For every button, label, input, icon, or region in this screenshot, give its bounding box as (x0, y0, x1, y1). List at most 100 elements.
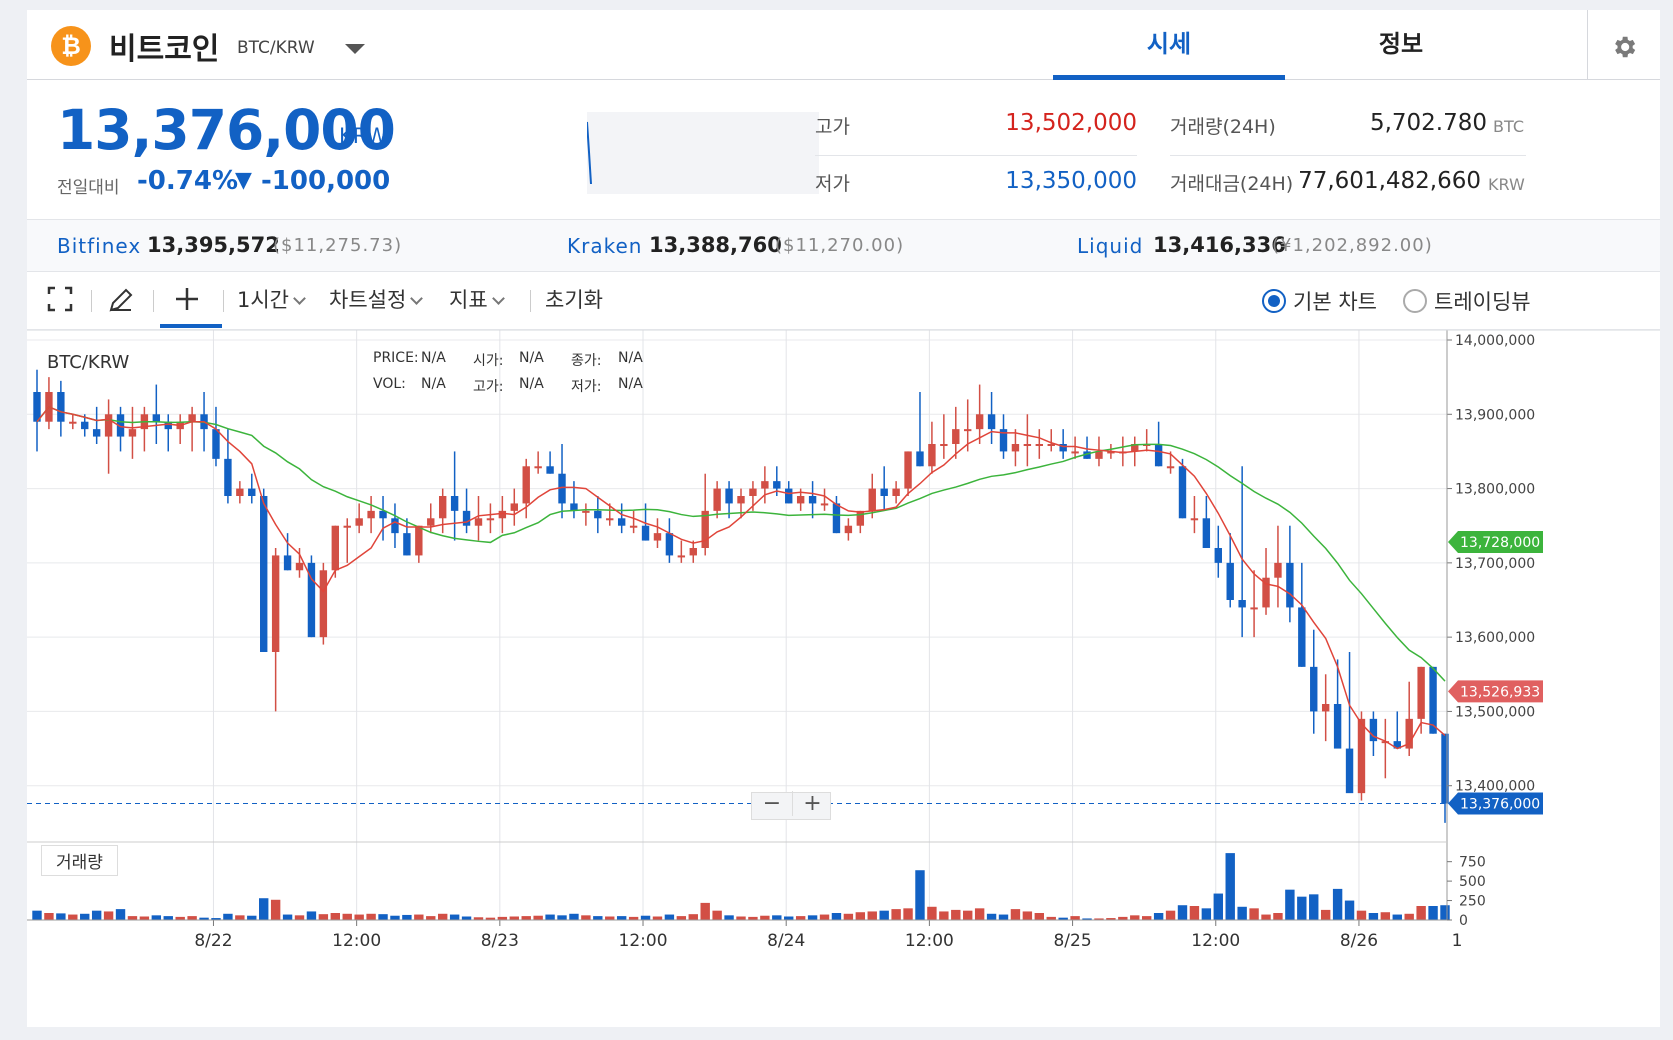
candle-body (928, 444, 936, 467)
legend-high-value: N/A (519, 376, 544, 392)
legend-price-value: N/A (421, 350, 446, 366)
volume-bar (294, 915, 305, 920)
candle-body (283, 555, 292, 571)
change-amount: -100,000 (261, 166, 391, 196)
volume-bar (366, 913, 376, 920)
divider (223, 290, 224, 312)
candle-body (904, 451, 912, 489)
volume-bar (795, 916, 806, 920)
tab-price[interactable]: 시세 (1053, 10, 1285, 80)
basic-chart-radio[interactable] (1262, 289, 1286, 313)
volume-pane-label: 거래량 (41, 845, 118, 876)
volume-bar (449, 914, 460, 920)
volume-bar (915, 870, 925, 920)
volume-bar (330, 913, 341, 920)
candle-body (1417, 666, 1425, 719)
volume-bar (533, 915, 543, 920)
candlestick-chart[interactable]: 14,000,000 13,900,000 13,800,000 13,700,000… (27, 329, 1660, 1027)
candle-body (916, 451, 924, 467)
candle-body (1178, 466, 1187, 519)
tab-info[interactable]: 정보 (1285, 10, 1517, 80)
candle-body (57, 392, 65, 422)
draw-button[interactable] (107, 286, 135, 319)
y-axis-label: 13,700,000 (1455, 556, 1535, 572)
volume-bar (640, 915, 651, 920)
candle-body (462, 510, 471, 526)
candle-body (606, 518, 614, 521)
reset-button[interactable]: 초기화 (545, 284, 603, 314)
zoom-in-button[interactable]: + (792, 791, 832, 816)
volume-bar (247, 915, 257, 920)
x-axis-label: 12:00 (905, 931, 954, 951)
candle-body (319, 570, 328, 638)
volume-bar (521, 916, 531, 920)
zoom-out-button[interactable]: − (752, 791, 792, 816)
candle-body (713, 488, 721, 511)
chart-settings-menu[interactable]: 차트설정 (329, 284, 424, 314)
volume-bar (426, 916, 436, 920)
y-axis-label: 14,000,000 (1455, 333, 1535, 349)
price-tag-label: 13,728,000 (1460, 535, 1540, 551)
legend-open-label: 시가: (473, 353, 504, 369)
y-axis-label: 13,800,000 (1455, 482, 1535, 498)
candle-body (1321, 704, 1330, 712)
fullscreen-button[interactable] (47, 286, 73, 317)
tradingview-radio[interactable] (1403, 289, 1427, 313)
x-axis-label: 12:00 (332, 931, 381, 951)
settings-button[interactable] (1587, 10, 1660, 80)
candle-body (1238, 600, 1246, 608)
candle-body (271, 555, 280, 652)
candle-body (629, 525, 638, 528)
volume-bar (545, 914, 555, 920)
y-axis-label: 13,400,000 (1455, 779, 1535, 795)
candle-body (1214, 548, 1222, 563)
low-label: 저가 (815, 173, 850, 195)
volume-axis-label: 250 (1459, 894, 1486, 910)
candle-body (522, 466, 530, 504)
interval-select[interactable]: 1시간 (237, 284, 306, 314)
chart-settings-label: 차트설정 (329, 288, 407, 312)
crosshair-button[interactable] (172, 284, 202, 319)
candle-body (1345, 748, 1354, 794)
volume-bar (760, 915, 770, 920)
volume-bar (1213, 893, 1223, 920)
candle-body (808, 496, 817, 504)
amount-value: 77,601,482,660 (1298, 168, 1481, 194)
price-chart[interactable]: 14,000,000 13,900,000 13,800,000 13,700,000… (27, 329, 1660, 1027)
candle-body (880, 488, 888, 496)
volume-bar (187, 916, 197, 920)
chevron-down-icon (293, 292, 306, 305)
volume-bar (139, 916, 150, 920)
candle-body (415, 525, 423, 556)
volume-bar (1177, 905, 1188, 920)
candle-body (450, 496, 459, 511)
bitcoin-icon: ₿ (51, 26, 91, 66)
legend-open-value: N/A (519, 350, 544, 366)
volume-bar (557, 915, 567, 920)
volume-bar (616, 916, 627, 920)
volume-bar (115, 909, 126, 920)
volume-bar (736, 916, 746, 920)
candle-body (1298, 607, 1306, 667)
candle-body (69, 421, 77, 424)
indicators-menu[interactable]: 지표 (449, 284, 505, 314)
candle-body (92, 429, 101, 437)
chevron-down-icon[interactable] (345, 44, 365, 54)
volume-bar (402, 914, 412, 920)
basic-chart-label[interactable]: 기본 차트 (1293, 286, 1377, 316)
volume-bar (1392, 914, 1402, 920)
candle-body (355, 518, 363, 526)
candle-body (641, 525, 650, 541)
volume-unit: BTC (1493, 117, 1524, 136)
volume-bar (461, 916, 472, 920)
volume-bar (581, 915, 591, 920)
tradingview-label[interactable]: 트레이딩뷰 (1434, 286, 1531, 316)
volume-bar (1273, 913, 1283, 920)
volume-bar (306, 911, 317, 920)
volume-bar (903, 908, 913, 920)
volume-bar (223, 913, 233, 920)
legend-close-label: 종가: (571, 353, 602, 369)
exchange-alt-price: (¥1,202,892.00) (1272, 235, 1433, 256)
candle-body (987, 414, 996, 430)
candle-body (236, 488, 244, 496)
